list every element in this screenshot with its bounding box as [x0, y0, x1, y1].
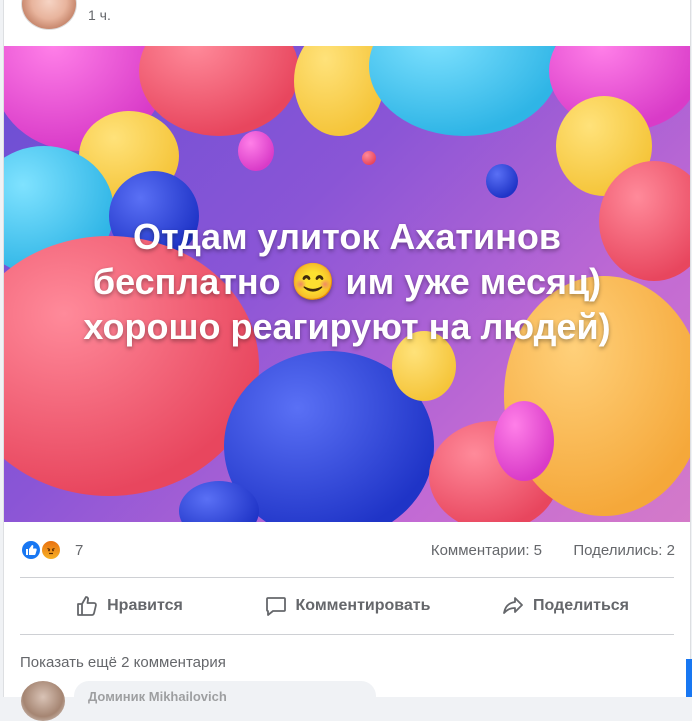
reaction-count[interactable]: 7 — [75, 542, 83, 559]
like-label: Нравится — [107, 597, 183, 614]
comment-button[interactable]: Комментировать — [238, 578, 456, 634]
comment-bubble[interactable]: Доминик Mikhailovich — [74, 681, 376, 711]
share-icon — [503, 597, 523, 614]
comment-icon — [265, 597, 286, 616]
scrollbar[interactable] — [686, 659, 692, 697]
angry-reaction-icon[interactable] — [40, 539, 62, 561]
author-avatar[interactable] — [21, 0, 77, 30]
banner-line: хорошо реагируют на людей) — [83, 306, 611, 347]
commenter-avatar[interactable] — [21, 681, 65, 721]
share-label: Поделиться — [532, 597, 630, 614]
banner-line: Отдам улиток Ахатинов — [132, 216, 562, 257]
share-button[interactable]: Поделиться — [456, 578, 674, 634]
post-banner: Отдам улиток Ахатинов бесплатно 😊 им уже… — [4, 46, 690, 522]
post-stats: 7 Комментарии: 5 Поделились: 2 — [4, 522, 690, 578]
show-more-comments-link[interactable]: Показать ещё 2 комментария — [20, 654, 226, 671]
like-reaction-icon[interactable] — [20, 539, 42, 561]
banner-line: бесплатно 😊 им уже месяц) — [92, 261, 602, 302]
shares-count[interactable]: Поделились: 2 — [573, 542, 675, 559]
thumbs-up-icon — [77, 596, 97, 616]
post-card: 1 ч. Отдам улиток Ахатинов бесплатно 😊 и… — [3, 0, 691, 721]
banner-text: Отдам улиток Ахатинов бесплатно 😊 им уже… — [4, 214, 690, 349]
comment-label: Комментировать — [295, 597, 431, 614]
comments-count[interactable]: Комментарии: 5 — [431, 542, 542, 559]
like-button[interactable]: Нравится — [20, 578, 238, 634]
post-header: 1 ч. — [4, 0, 690, 46]
post-timestamp[interactable]: 1 ч. — [88, 7, 111, 23]
post-actions: Нравится Комментировать Поделиться — [20, 578, 674, 634]
divider — [20, 634, 674, 635]
